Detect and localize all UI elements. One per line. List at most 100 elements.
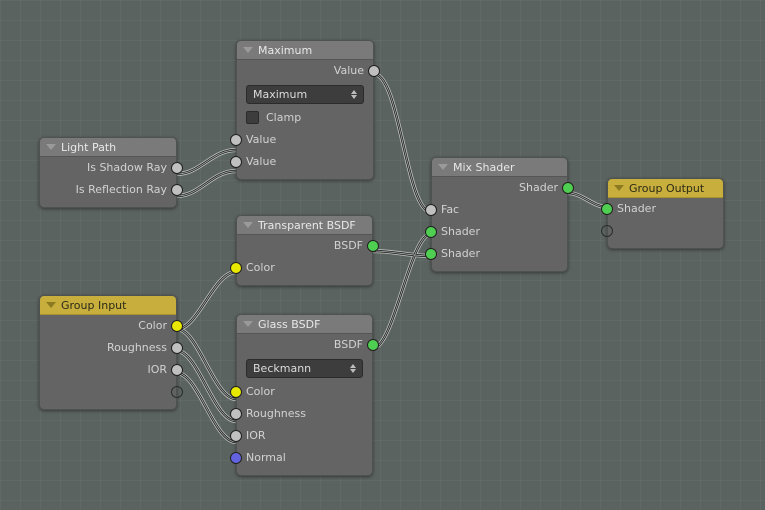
- socket-label: Color: [138, 319, 167, 332]
- socket-row-new-output[interactable]: [40, 381, 183, 403]
- node-mix-shader[interactable]: Mix Shader Shader Fac Shader Shader: [425, 157, 574, 272]
- spinner-icon[interactable]: [351, 90, 357, 99]
- socket-bsdf-output[interactable]: [367, 339, 379, 351]
- node-header-light-path[interactable]: Light Path: [40, 138, 176, 157]
- node-maximum[interactable]: Maximum Value Maximum Clamp Value Value: [230, 40, 380, 180]
- collapse-triangle-icon[interactable]: [46, 144, 56, 150]
- socket-ior-input[interactable]: [230, 430, 242, 442]
- node-link-layer: [174, 71, 610, 445]
- socket-bsdf-output[interactable]: [367, 240, 379, 252]
- node-group-input[interactable]: Group Input Color Roughness IOR: [39, 295, 183, 410]
- socket-label: Value: [246, 133, 277, 146]
- socket-row-is-reflection-ray[interactable]: Is Reflection Ray: [40, 179, 183, 201]
- socket-row-input-value-1[interactable]: Value: [230, 129, 373, 151]
- socket-row-input-value-2[interactable]: Value: [230, 151, 373, 173]
- spinner-down-icon[interactable]: [351, 95, 357, 99]
- node-title: Light Path: [61, 140, 117, 154]
- node-body-transparent-bsdf: BSDF Color: [230, 235, 379, 285]
- socket-row-roughness-input[interactable]: Roughness: [230, 403, 372, 425]
- socket-shader-input-1[interactable]: [425, 226, 437, 238]
- socket-new-input[interactable]: [601, 225, 613, 237]
- node-body-mix-shader: Shader Fac Shader Shader: [425, 177, 574, 271]
- socket-row-color-input[interactable]: Color: [230, 257, 372, 279]
- spinner-up-icon[interactable]: [350, 364, 356, 368]
- node-header-glass-bsdf[interactable]: Glass BSDF: [237, 315, 372, 334]
- socket-row-shader-input-2[interactable]: Shader: [425, 243, 567, 265]
- socket-row-is-shadow-ray[interactable]: Is Shadow Ray: [40, 157, 183, 179]
- socket-label: IOR: [246, 429, 266, 442]
- node-title: Transparent BSDF: [258, 218, 356, 232]
- node-header-maximum[interactable]: Maximum: [237, 41, 373, 60]
- socket-row-bsdf-output[interactable]: BSDF: [237, 334, 379, 356]
- node-transparent-bsdf[interactable]: Transparent BSDF BSDF Color: [230, 215, 379, 286]
- socket-roughness-input[interactable]: [230, 408, 242, 420]
- socket-shader-input[interactable]: [601, 203, 613, 215]
- socket-row-output-value[interactable]: Value: [237, 60, 380, 82]
- clamp-checkbox[interactable]: [246, 110, 259, 124]
- node-body-group-output: Shader: [601, 198, 723, 248]
- socket-roughness-output[interactable]: [171, 342, 183, 354]
- socket-label: Color: [246, 385, 275, 398]
- collapse-triangle-icon[interactable]: [243, 47, 253, 53]
- node-body-glass-bsdf: BSDF Beckmann Color Roughness IOR Normal: [230, 334, 379, 475]
- socket-row-shader-output[interactable]: Shader: [432, 177, 574, 199]
- socket-label: Roughness: [246, 407, 307, 420]
- node-title: Maximum: [258, 43, 313, 57]
- socket-is-shadow-ray-output[interactable]: [171, 162, 183, 174]
- distribution-dropdown[interactable]: Beckmann: [246, 359, 363, 378]
- operation-dropdown[interactable]: Maximum: [246, 85, 364, 104]
- socket-label: Shader: [519, 181, 558, 194]
- socket-color-output[interactable]: [171, 320, 183, 332]
- socket-value-input-2[interactable]: [230, 156, 242, 168]
- socket-label: Value: [246, 155, 277, 168]
- spinner-down-icon[interactable]: [350, 369, 356, 373]
- socket-row-new-input[interactable]: [601, 220, 723, 242]
- socket-shader-output[interactable]: [562, 182, 574, 194]
- socket-value-output[interactable]: [368, 65, 380, 77]
- node-header-group-input[interactable]: Group Input: [40, 296, 176, 315]
- socket-row-roughness-output[interactable]: Roughness: [40, 337, 183, 359]
- socket-row-shader-input-1[interactable]: Shader: [425, 221, 567, 243]
- collapse-triangle-icon[interactable]: [614, 185, 624, 191]
- collapse-triangle-icon[interactable]: [243, 321, 253, 327]
- socket-row-ior-output[interactable]: IOR: [40, 359, 183, 381]
- socket-shader-input-2[interactable]: [425, 248, 437, 260]
- socket-is-reflection-ray-output[interactable]: [171, 184, 183, 196]
- socket-color-input[interactable]: [230, 386, 242, 398]
- socket-row-fac-input[interactable]: Fac: [425, 199, 567, 221]
- socket-row-color-output[interactable]: Color: [40, 315, 183, 337]
- collapse-triangle-icon[interactable]: [438, 164, 448, 170]
- spinner-icon[interactable]: [350, 364, 356, 373]
- node-glass-bsdf[interactable]: Glass BSDF BSDF Beckmann Color Roughness: [230, 314, 379, 476]
- socket-row-normal-input[interactable]: Normal: [230, 447, 372, 469]
- node-title: Glass BSDF: [258, 317, 321, 331]
- node-editor-canvas[interactable]: Maximum Value Maximum Clamp Value Value …: [0, 0, 765, 510]
- socket-label: Color: [246, 261, 275, 274]
- socket-label: BSDF: [333, 338, 363, 351]
- clamp-checkbox-row[interactable]: Clamp: [246, 107, 364, 127]
- node-light-path[interactable]: Light Path Is Shadow Ray Is Reflection R…: [39, 137, 183, 208]
- node-header-mix-shader[interactable]: Mix Shader: [432, 158, 567, 177]
- operation-dropdown-value: Maximum: [253, 88, 308, 101]
- node-group-output[interactable]: Group Output Shader: [601, 178, 724, 249]
- socket-value-input-1[interactable]: [230, 134, 242, 146]
- clamp-label: Clamp: [266, 110, 302, 124]
- socket-ior-output[interactable]: [171, 364, 183, 376]
- collapse-triangle-icon[interactable]: [243, 222, 253, 228]
- socket-label: Normal: [246, 451, 286, 464]
- socket-row-ior-input[interactable]: IOR: [230, 425, 372, 447]
- socket-new-output[interactable]: [171, 386, 183, 398]
- socket-label: Shader: [441, 225, 480, 238]
- spinner-up-icon[interactable]: [351, 90, 357, 94]
- node-header-transparent-bsdf[interactable]: Transparent BSDF: [237, 216, 372, 235]
- socket-row-shader-input[interactable]: Shader: [601, 198, 723, 220]
- socket-fac-input[interactable]: [425, 204, 437, 216]
- socket-row-bsdf-output[interactable]: BSDF: [237, 235, 379, 257]
- socket-color-input[interactable]: [230, 262, 242, 274]
- collapse-triangle-icon[interactable]: [46, 302, 56, 308]
- node-header-group-output[interactable]: Group Output: [608, 179, 723, 198]
- socket-normal-input[interactable]: [230, 452, 242, 464]
- node-title: Group Input: [61, 298, 127, 312]
- node-title: Group Output: [629, 181, 705, 195]
- socket-row-color-input[interactable]: Color: [230, 381, 372, 403]
